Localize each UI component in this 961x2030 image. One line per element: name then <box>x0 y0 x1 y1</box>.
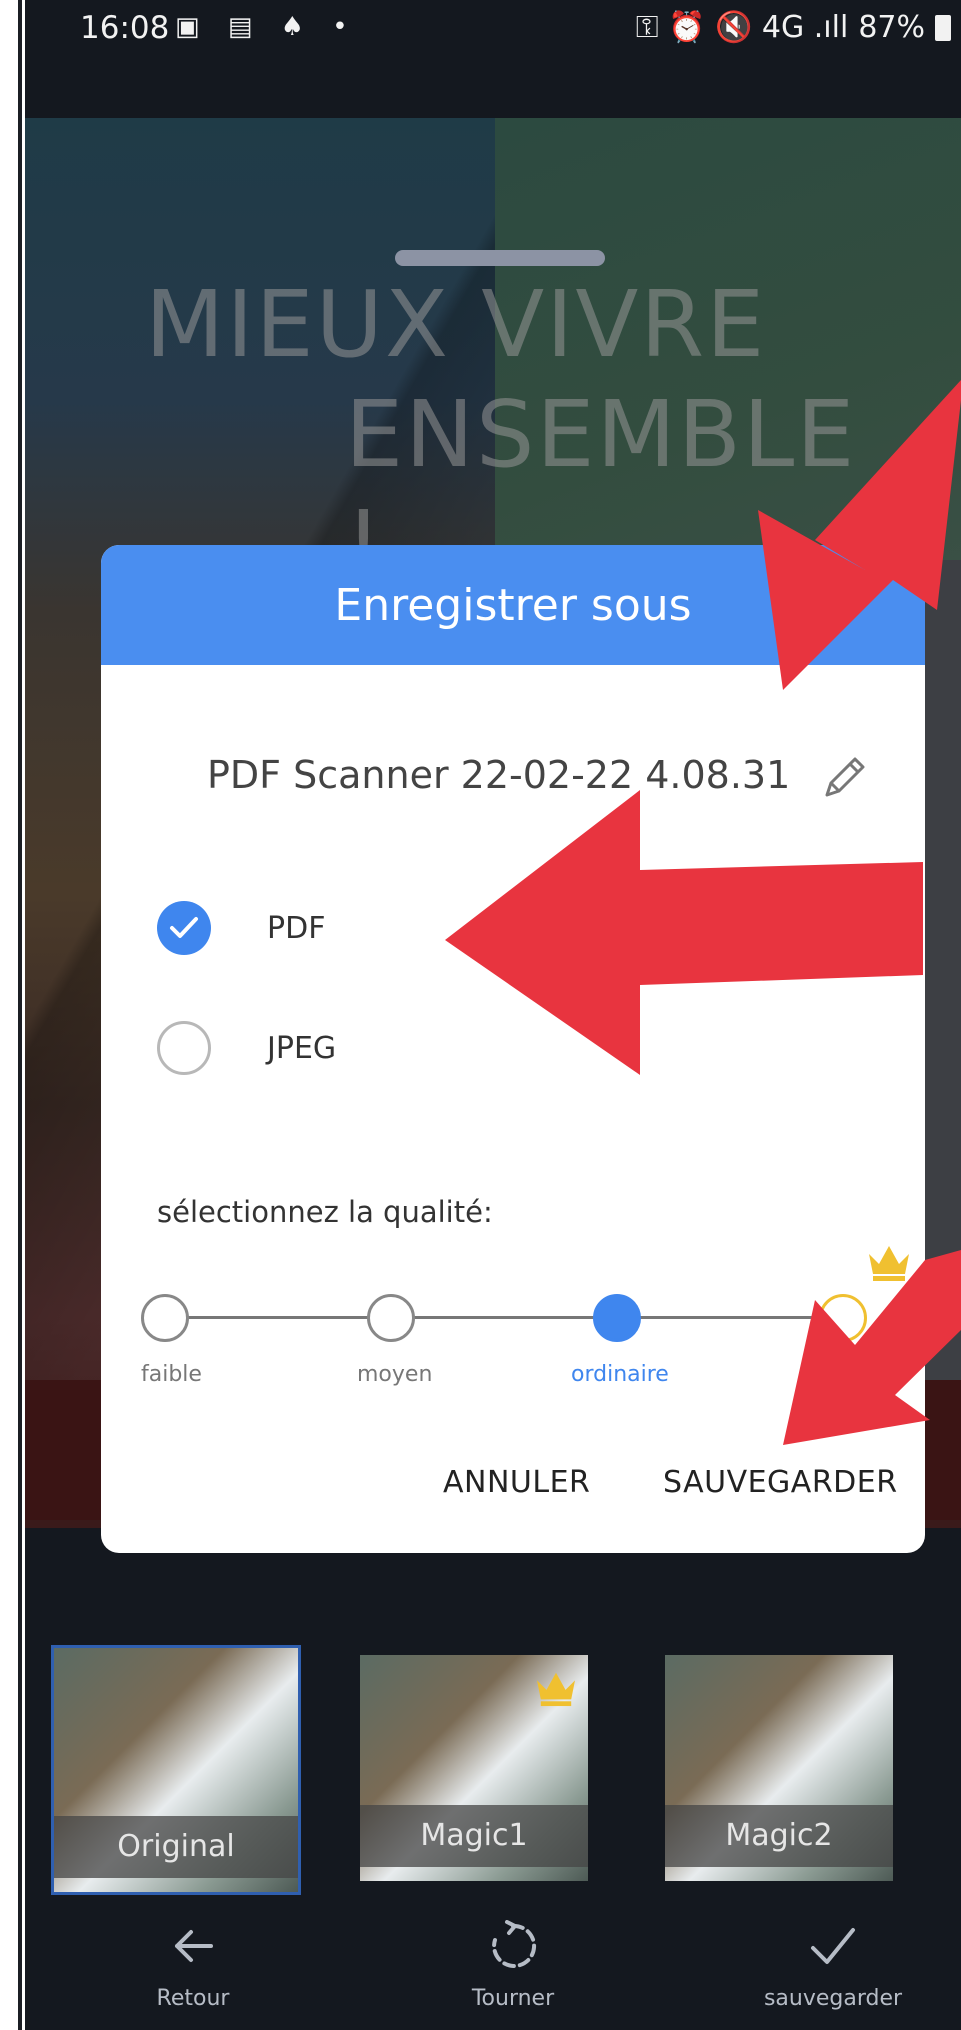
format-label-jpeg: JPEG <box>267 1031 337 1066</box>
rotate-label: Tourner <box>471 1986 555 2011</box>
arrow-left-icon <box>175 1930 213 1962</box>
battery-icon <box>935 14 951 41</box>
thumbnail-label: Magic1 <box>360 1805 588 1867</box>
filename-row: PDF Scanner 22-02-22 4.08.31 <box>101 745 925 815</box>
back-label: Retour <box>156 1986 230 2011</box>
system-status-icons: ⚿ ⏰ 🔇 4G .ıll <box>635 10 849 45</box>
format-option-pdf[interactable]: PDF <box>101 895 925 965</box>
thumbnail-magic1[interactable]: Magic1 <box>360 1655 588 1881</box>
rotate-button[interactable]: Tourner <box>403 1920 623 2030</box>
quality-label-maxi: maxi <box>809 1362 864 1387</box>
dialog-title: Enregistrer sous <box>334 579 692 631</box>
quality-label-moyen: moyen <box>357 1362 433 1387</box>
thumbnail-label: Original <box>54 1816 298 1878</box>
cancel-button[interactable]: ANNULER <box>443 1465 590 1500</box>
quality-stop-maxi[interactable] <box>819 1294 867 1342</box>
radio-pdf-checked[interactable] <box>157 901 211 955</box>
thumbnail-original[interactable]: Original <box>51 1645 301 1895</box>
slider-track <box>181 1316 861 1319</box>
format-option-jpeg[interactable]: JPEG <box>101 1015 925 1085</box>
filename-text: PDF Scanner 22-02-22 4.08.31 <box>207 753 791 797</box>
quality-stop-faible[interactable] <box>141 1294 189 1342</box>
save-nav-button[interactable]: sauvegarder <box>723 1920 943 2030</box>
checkmark-icon <box>811 1928 855 1964</box>
status-bar: 16:08 ▣ ▤ ♠ • ⚿ ⏰ 🔇 4G .ıll 87% <box>25 0 961 62</box>
quality-label: sélectionnez la qualité: <box>157 1195 493 1229</box>
screen-edge-line <box>18 0 22 2030</box>
thumbnail-magic2[interactable]: Magic2 <box>665 1655 893 1881</box>
premium-crown-icon <box>537 1672 575 1707</box>
save-as-dialog: Enregistrer sous PDF Scanner 22-02-22 4.… <box>101 545 925 1553</box>
battery-percent: 87% <box>858 10 925 45</box>
radio-jpeg-unchecked[interactable] <box>157 1021 211 1075</box>
status-time: 16:08 <box>80 10 170 46</box>
checkmark-icon <box>170 917 198 938</box>
premium-crown-icon <box>869 1246 909 1281</box>
notification-icons: ▣ ▤ ♠ • <box>175 12 358 42</box>
save-button[interactable]: SAUVEGARDER <box>663 1465 898 1500</box>
quality-slider[interactable]: faible moyen ordinaire maxi <box>141 1246 909 1410</box>
quality-stop-moyen[interactable] <box>367 1294 415 1342</box>
save-nav-label: sauvegarder <box>763 1986 903 2011</box>
scanned-page-edge <box>925 560 961 1520</box>
thumbnail-label: Magic2 <box>665 1805 893 1867</box>
document-title-line1: MIEUX VIVRE <box>145 271 767 378</box>
back-button[interactable]: Retour <box>83 1920 303 2030</box>
phone-screen: 16:08 ▣ ▤ ♠ • ⚿ ⏰ 🔇 4G .ıll 87% MIEUX VI… <box>25 0 961 2030</box>
dialog-header: Enregistrer sous <box>101 545 925 665</box>
quality-stop-ordinaire[interactable] <box>593 1294 641 1342</box>
rotate-icon <box>492 1920 537 1968</box>
drag-handle[interactable] <box>395 250 605 266</box>
edit-pencil-icon[interactable] <box>817 749 873 805</box>
status-right-icons: ⚿ ⏰ 🔇 4G .ıll 87% <box>636 10 951 45</box>
format-label-pdf: PDF <box>267 911 326 946</box>
quality-label-faible: faible <box>141 1362 202 1387</box>
quality-label-ordinaire: ordinaire <box>571 1362 669 1387</box>
